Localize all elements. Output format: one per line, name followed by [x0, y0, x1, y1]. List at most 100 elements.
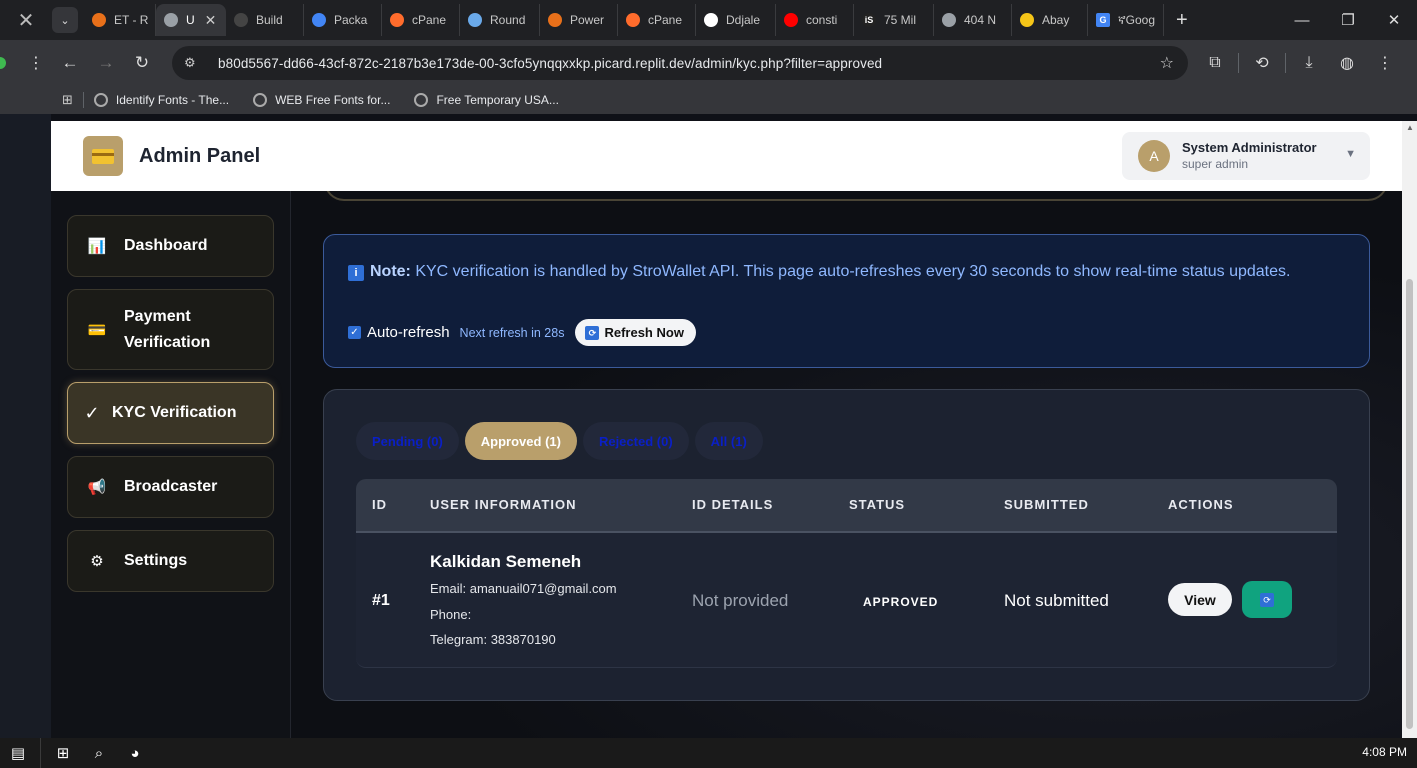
tab-rejected[interactable]: Rejected (0)	[582, 422, 689, 460]
view-button[interactable]: View	[1168, 583, 1232, 616]
bookmark-star-icon[interactable]: ☆	[1160, 53, 1174, 73]
browser-tab[interactable]: consti	[776, 4, 854, 36]
sidebar-item-settings[interactable]: ⚙ Settings	[67, 530, 274, 592]
extensions-icon[interactable]: ⧉	[1196, 44, 1234, 82]
bookmark-item[interactable]: WEB Free Fonts for...	[253, 93, 390, 107]
user-email: Email: amanuail071@gmail.com	[430, 581, 617, 596]
globe-icon	[414, 93, 429, 107]
resync-button[interactable]: ⟳	[1242, 581, 1292, 618]
notification-icon[interactable]: ▤	[0, 738, 36, 768]
browser-tab[interactable]: cPane	[618, 4, 696, 36]
forward-arrow-icon[interactable]: →	[88, 45, 124, 81]
window-close-icon[interactable]: ✕	[1371, 0, 1417, 40]
site-settings-icon[interactable]: ⚙	[184, 55, 202, 71]
os-taskbar: ▤ ⊞ ⌕ ◕ 4:08 PM	[0, 738, 1417, 768]
refresh-now-button[interactable]: ⟳ Refresh Now	[575, 319, 696, 346]
tab-favicon-icon	[92, 13, 106, 27]
browser-tab[interactable]: cPane	[382, 4, 460, 36]
app-header: Admin Panel A System Administrator super…	[51, 121, 1402, 191]
globe-icon	[312, 13, 326, 27]
column-header-id: ID	[372, 497, 387, 512]
minimize-icon[interactable]: —	[1279, 0, 1325, 40]
sidebar-item-dashboard[interactable]: 📊 Dashboard	[67, 215, 274, 277]
new-tab-button[interactable]: +	[1176, 9, 1188, 32]
admin-page: Admin Panel A System Administrator super…	[51, 121, 1402, 738]
apps-grid-icon[interactable]: ⊞	[62, 92, 73, 108]
app-icon[interactable]: ◕	[117, 738, 153, 768]
bookmarks-bar: ⊞ Identify Fonts - The... WEB Free Fonts…	[0, 86, 1417, 114]
refresh-now-label: Refresh Now	[604, 325, 684, 340]
bookmark-item[interactable]: Free Temporary USA...	[414, 93, 559, 107]
browser-tab[interactable]: G ኛGoog	[1088, 4, 1164, 36]
credit-card-icon: 💳	[87, 321, 107, 339]
sidebar-item-payment-verification[interactable]: 💳 Payment Verification	[67, 289, 274, 370]
back-arrow-icon[interactable]: ←	[52, 45, 88, 81]
user-role: super admin	[1182, 157, 1249, 171]
is-icon: iS	[862, 13, 876, 27]
table-row: #1 Kalkidan Semeneh Email: amanuail071@g…	[356, 533, 1337, 668]
note-label: Note:	[370, 263, 411, 280]
kyc-panel: Pending (0) Approved (1) Rejected (0) Al…	[323, 389, 1370, 701]
sidebar-item-kyc-verification[interactable]: ✓ KYC Verification	[67, 382, 274, 444]
history-icon[interactable]: ⟲	[1243, 44, 1281, 82]
browser-tab[interactable]: Power	[540, 4, 618, 36]
scrollbar-thumb[interactable]	[1406, 279, 1413, 729]
search-icon[interactable]: ⌕	[81, 738, 117, 768]
bookmark-item[interactable]: Identify Fonts - The...	[93, 93, 229, 107]
browser-menu-icon[interactable]: ⋮	[1366, 44, 1404, 82]
browser-tab[interactable]: 404 N	[934, 4, 1012, 36]
restore-icon[interactable]: ❐	[1325, 0, 1371, 40]
toolbar-divider	[1285, 53, 1286, 73]
auto-refresh-label: Auto-refresh	[367, 324, 450, 341]
taskbar-clock: 4:08 PM	[1362, 745, 1407, 759]
scroll-up-arrow-icon[interactable]: ▲	[1406, 123, 1414, 132]
column-header-submitted: SUBMITTED	[1004, 497, 1089, 512]
google-translate-icon: G	[1096, 13, 1110, 27]
close-icon[interactable]: ✕	[0, 0, 52, 40]
browser-tab[interactable]: Packa	[304, 4, 382, 36]
user-menu[interactable]: A System Administrator super admin ▼	[1122, 132, 1370, 180]
abay-icon	[1020, 13, 1034, 27]
window-controls: — ❐ ✕	[1279, 0, 1417, 40]
tab-pending[interactable]: Pending (0)	[356, 422, 459, 460]
browser-tab[interactable]: Ddjale	[696, 4, 776, 36]
browser-tab[interactable]: iS 75 Mil	[854, 4, 934, 36]
column-header-actions: ACTIONS	[1168, 497, 1234, 512]
browser-tab[interactable]: Build	[226, 4, 304, 36]
desktop-background	[0, 114, 51, 738]
browser-tools: ⧉ ⟲ ⤓ ◍ ⋮	[1196, 40, 1404, 86]
browser-tab[interactable]: Abay	[1012, 4, 1088, 36]
browser-tab[interactable]: Round	[460, 4, 540, 36]
youtube-icon	[784, 13, 798, 27]
toolbar-divider	[1238, 53, 1239, 73]
url-text: b80d5567-dd66-43cf-872c-2187b3e173de-00-…	[218, 55, 883, 71]
auto-refresh-checkbox[interactable]: ✓	[348, 326, 361, 339]
tab-approved[interactable]: Approved (1)	[464, 422, 577, 460]
submitted-value: Not submitted	[1004, 591, 1109, 610]
url-bar[interactable]: ⚙ b80d5567-dd66-43cf-872c-2187b3e173de-0…	[172, 46, 1188, 80]
megaphone-icon: 📢	[87, 479, 107, 496]
user-phone: Phone:	[430, 607, 472, 622]
tab-close-icon[interactable]: ✕	[205, 12, 217, 29]
user-full-name: Kalkidan Semeneh	[430, 552, 582, 571]
page-scrollbar[interactable]: ▲	[1402, 121, 1417, 738]
reload-icon[interactable]: ↻	[124, 45, 160, 81]
id-details: Not provided	[692, 591, 789, 610]
taskbar-divider	[40, 738, 41, 768]
download-icon[interactable]: ⤓	[1290, 44, 1328, 82]
brand-title: Admin Panel	[139, 145, 261, 167]
browser-tab[interactable]: ET - R	[84, 4, 156, 36]
cpanel-icon	[390, 13, 404, 27]
tab-all[interactable]: All (1)	[694, 422, 763, 460]
refresh-icon: ⟳	[1260, 592, 1274, 607]
globe-icon	[93, 93, 108, 107]
bar-chart-icon: 📊	[87, 238, 107, 255]
browser-tab-active[interactable]: U ✕	[156, 4, 226, 36]
sidebar-item-broadcaster[interactable]: 📢 Broadcaster	[67, 456, 274, 518]
sidebar-item-label: Dashboard	[124, 237, 208, 254]
table-header: ID USER INFORMATION ID DETAILS STATUS SU…	[356, 479, 1337, 533]
tab-search-button[interactable]: ⌄	[52, 7, 78, 33]
more-vertical-icon[interactable]: ⋮	[28, 53, 44, 73]
profile-icon[interactable]: ◍	[1328, 44, 1366, 82]
windows-start-icon[interactable]: ⊞	[45, 738, 81, 768]
